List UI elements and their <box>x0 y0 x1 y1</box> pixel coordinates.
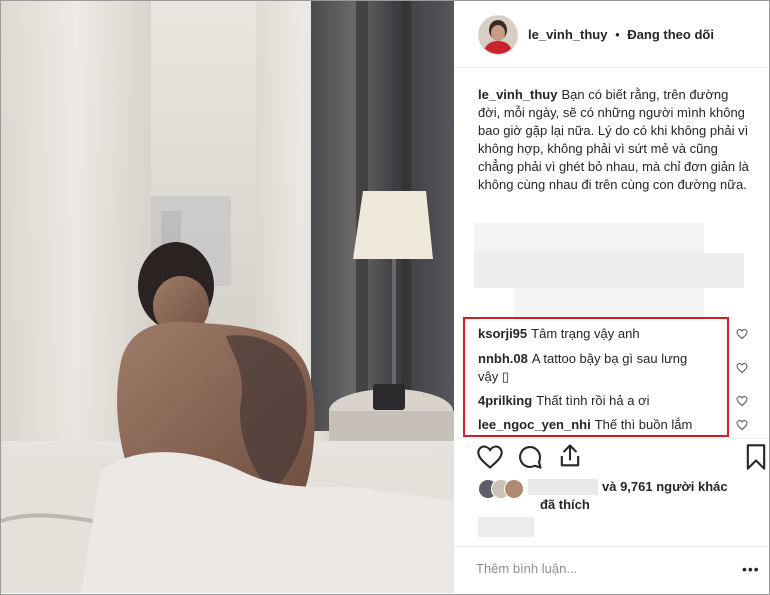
header-text: le_vinh_thuy • Đang theo dõi <box>528 27 714 42</box>
likes-count[interactable]: và 9,761 người khác <box>602 479 728 494</box>
heart-icon[interactable] <box>476 443 504 471</box>
comment-text: Thế thì buồn lắm <box>594 417 693 432</box>
comment-item: lee_ngoc_yen_nhi Thế thì buồn lắm <box>478 416 692 434</box>
blur-tile <box>514 288 704 318</box>
caption-text: Bạn có biết rằng, trên đường đời, mỗi ng… <box>478 87 749 192</box>
post-photo[interactable] <box>1 1 454 593</box>
comment-input[interactable] <box>476 557 706 579</box>
comment-text: Tâm trạng vậy anh <box>531 326 640 341</box>
blurred-comment-area <box>474 223 744 318</box>
post-sidebar: le_vinh_thuy • Đang theo dõi le_vinh_thu… <box>454 1 769 593</box>
comment-heart-icon[interactable] <box>736 395 748 407</box>
header-separator: • <box>615 27 620 42</box>
comment-bar-divider <box>454 546 769 547</box>
post-header: le_vinh_thuy • Đang theo dõi <box>454 1 769 68</box>
comment-username[interactable]: 4prilking <box>478 393 532 408</box>
blur-tile <box>474 253 744 288</box>
share-icon[interactable] <box>556 442 584 470</box>
actions-divider <box>454 438 769 439</box>
avatar <box>504 479 524 499</box>
comment-heart-icon[interactable] <box>736 328 748 340</box>
comment-username[interactable]: nnbh.08 <box>478 351 528 366</box>
comment-text: Thất tình rồi hả a ơi <box>536 393 650 408</box>
avatar[interactable] <box>478 15 518 55</box>
photo-illustration <box>1 1 454 593</box>
comment-username[interactable]: lee_ngoc_yen_nhi <box>478 417 591 432</box>
bookmark-icon[interactable] <box>742 443 770 471</box>
blurred-timestamp <box>478 517 534 537</box>
comment-item: nnbh.08 A tattoo bậy bạ gì sau lưng vậy ▯ <box>478 350 708 386</box>
follow-status-button[interactable]: Đang theo dõi <box>627 27 714 42</box>
comment-item: 4prilking Thất tình rồi hả a ơi <box>478 392 650 410</box>
comment-heart-icon[interactable] <box>736 362 748 374</box>
avatar-image <box>479 16 517 54</box>
comment-icon[interactable] <box>516 443 544 471</box>
comment-heart-icon[interactable] <box>736 419 748 431</box>
more-options-button[interactable]: ••• <box>742 561 760 577</box>
post-caption: le_vinh_thuy Bạn có biết rằng, trên đường… <box>478 86 750 194</box>
caption-username[interactable]: le_vinh_thuy <box>478 87 557 102</box>
likes-label: đã thích <box>540 497 590 512</box>
blur-tile <box>474 223 704 253</box>
header-username[interactable]: le_vinh_thuy <box>528 27 607 42</box>
likers-avatars[interactable] <box>478 479 528 499</box>
comment-username[interactable]: ksorji95 <box>478 326 527 341</box>
comment-item: ksorji95 Tâm trạng vậy anh <box>478 325 640 343</box>
blurred-liker-name <box>528 479 598 495</box>
